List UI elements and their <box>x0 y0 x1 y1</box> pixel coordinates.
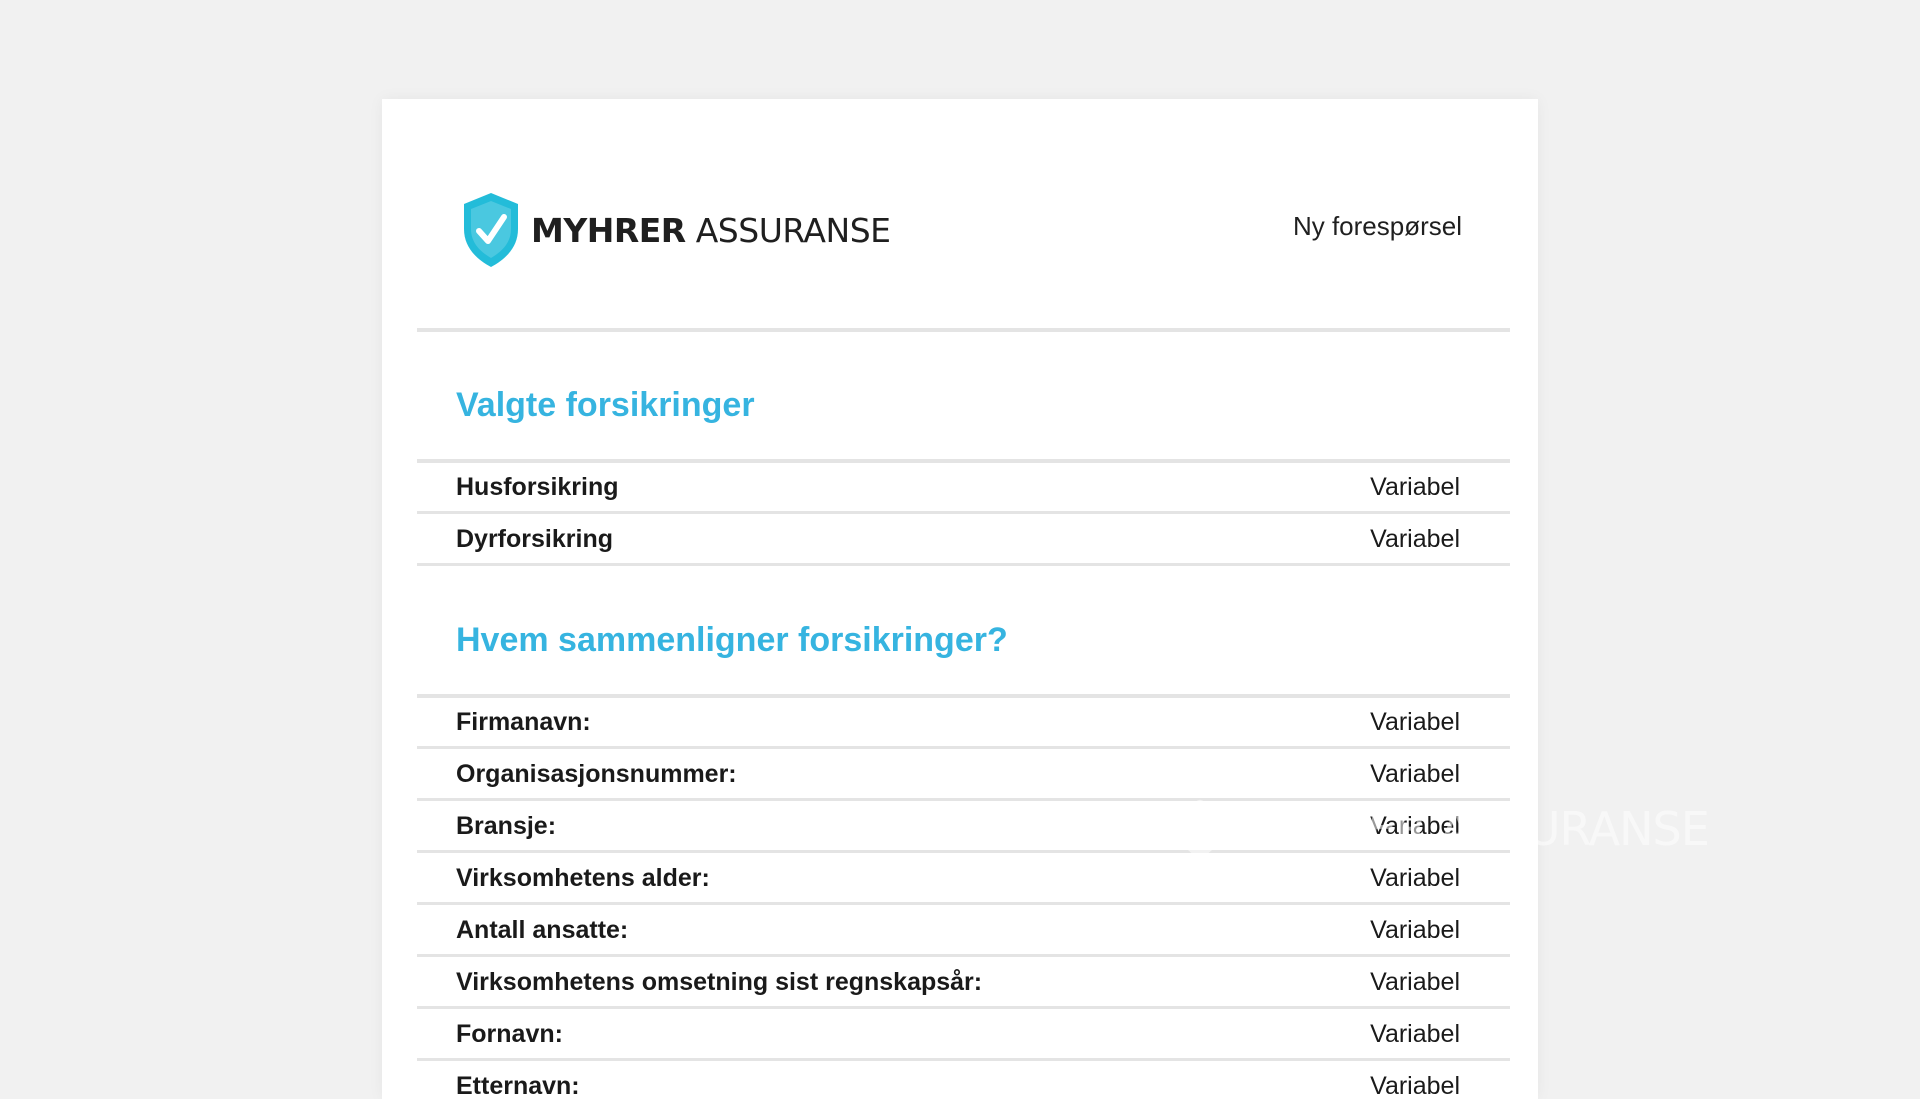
row-label: Dyrforsikring <box>456 525 613 553</box>
row-label: Antall ansatte: <box>456 916 629 944</box>
table-row: Fornavn: Variabel <box>417 1009 1510 1061</box>
row-label: Bransje: <box>456 812 557 840</box>
email-document: MYHRER ASSURANSE Ny forespørsel Valgte f… <box>382 99 1538 1099</box>
row-label: Etternavn: <box>456 1072 580 1099</box>
section-title-who-compares: Hvem sammenligner forsikringer? <box>456 621 1008 659</box>
row-label: Husforsikring <box>456 473 619 501</box>
table-row: Virksomhetens omsetning sist regnskapsår… <box>417 957 1510 1009</box>
table-row: Antall ansatte: Variabel <box>417 905 1510 957</box>
row-label: Firmanavn: <box>456 708 591 736</box>
row-label: Fornavn: <box>456 1020 563 1048</box>
brand-name-bold: MYHRER <box>531 210 686 250</box>
shield-check-icon <box>464 193 518 267</box>
shield-watermark-icon <box>1178 799 1222 859</box>
row-value: Variabel <box>1370 760 1460 788</box>
section-title-selected-insurances: Valgte forsikringer <box>456 386 755 424</box>
table-row: Husforsikring Variabel <box>417 462 1510 514</box>
document-title: Ny forespørsel <box>1292 211 1462 241</box>
row-value: Variabel <box>1370 916 1460 944</box>
watermark-text: MYHRER ASSURANSE <box>1237 802 1710 856</box>
row-label: Virksomhetens alder: <box>456 864 710 892</box>
row-value: Variabel <box>1370 864 1460 892</box>
table-row: Firmanavn: Variabel <box>417 697 1510 749</box>
table-row: Dyrforsikring Variabel <box>417 514 1510 566</box>
row-value: Variabel <box>1370 1020 1460 1048</box>
table-row: Virksomhetens alder: Variabel <box>417 853 1510 905</box>
row-label: Organisasjonsnummer: <box>456 760 737 788</box>
row-value: Variabel <box>1370 473 1460 501</box>
table-row: Etternavn: Variabel <box>417 1061 1510 1099</box>
document-header: MYHRER ASSURANSE Ny forespørsel <box>382 99 1538 329</box>
row-divider <box>417 563 1510 566</box>
brand-logo: MYHRER ASSURANSE <box>460 191 891 269</box>
brand-watermark: MYHRER ASSURANSE <box>1175 798 1710 860</box>
row-value: Variabel <box>1370 1072 1460 1099</box>
brand-name-regular: ASSURANSE <box>695 210 891 250</box>
row-value: Variabel <box>1370 708 1460 736</box>
row-value: Variabel <box>1370 525 1460 553</box>
row-value: Variabel <box>1370 968 1460 996</box>
brand-wordmark: MYHRER ASSURANSE <box>531 211 891 250</box>
table-row: Organisasjonsnummer: Variabel <box>417 749 1510 801</box>
header-divider <box>417 328 1510 332</box>
row-label: Virksomhetens omsetning sist regnskapsår… <box>456 968 983 996</box>
